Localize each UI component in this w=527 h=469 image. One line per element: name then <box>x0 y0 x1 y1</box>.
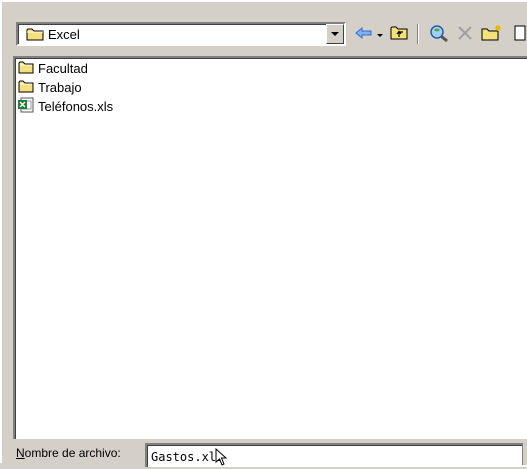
delete-button[interactable] <box>454 23 476 45</box>
location-value: Excel <box>48 27 80 42</box>
back-button[interactable] <box>353 23 375 45</box>
filename-dropdown-edge[interactable] <box>522 443 527 465</box>
folder-icon <box>18 60 34 77</box>
list-item[interactable]: Teléfonos.xls <box>18 97 113 115</box>
search-web-icon <box>429 24 449 45</box>
file-name: Facultad <box>38 60 88 76</box>
views-icon <box>512 25 526 44</box>
up-folder-icon <box>390 25 408 43</box>
file-name: Trabajo <box>38 79 82 95</box>
list-item[interactable]: Facultad <box>18 59 88 77</box>
filename-input[interactable]: Gastos.xls <box>145 443 527 467</box>
filename-label-accesskey: N <box>16 446 25 460</box>
excel-file-icon <box>18 97 34 116</box>
delete-icon <box>457 25 473 44</box>
file-list[interactable]: Facultad Trabajo Teléfonos.xls <box>13 56 527 439</box>
back-arrow-icon <box>355 26 373 42</box>
mouse-pointer-icon <box>215 447 229 469</box>
views-button[interactable] <box>509 23 527 45</box>
filename-label-text: ombre de archivo: <box>24 446 121 460</box>
folder-icon <box>26 27 44 44</box>
small-chevron-down-icon <box>377 27 383 41</box>
back-history-dropdown[interactable] <box>375 23 385 45</box>
filename-label: Nombre de archivo: <box>16 446 121 460</box>
create-new-folder-button[interactable] <box>479 23 505 45</box>
new-folder-icon <box>481 24 503 45</box>
save-dialog: Excel Facultad Trabajo Teléfonos.xls Nom… <box>0 0 527 467</box>
folder-icon <box>18 79 34 96</box>
location-combobox[interactable]: Excel <box>16 22 346 46</box>
up-one-level-button[interactable] <box>388 23 410 45</box>
chevron-down-icon[interactable] <box>326 24 344 44</box>
file-name: Teléfonos.xls <box>38 98 114 114</box>
list-item[interactable]: Trabajo <box>18 78 82 96</box>
toolbar-separator <box>417 24 419 44</box>
search-web-button[interactable] <box>427 23 451 45</box>
